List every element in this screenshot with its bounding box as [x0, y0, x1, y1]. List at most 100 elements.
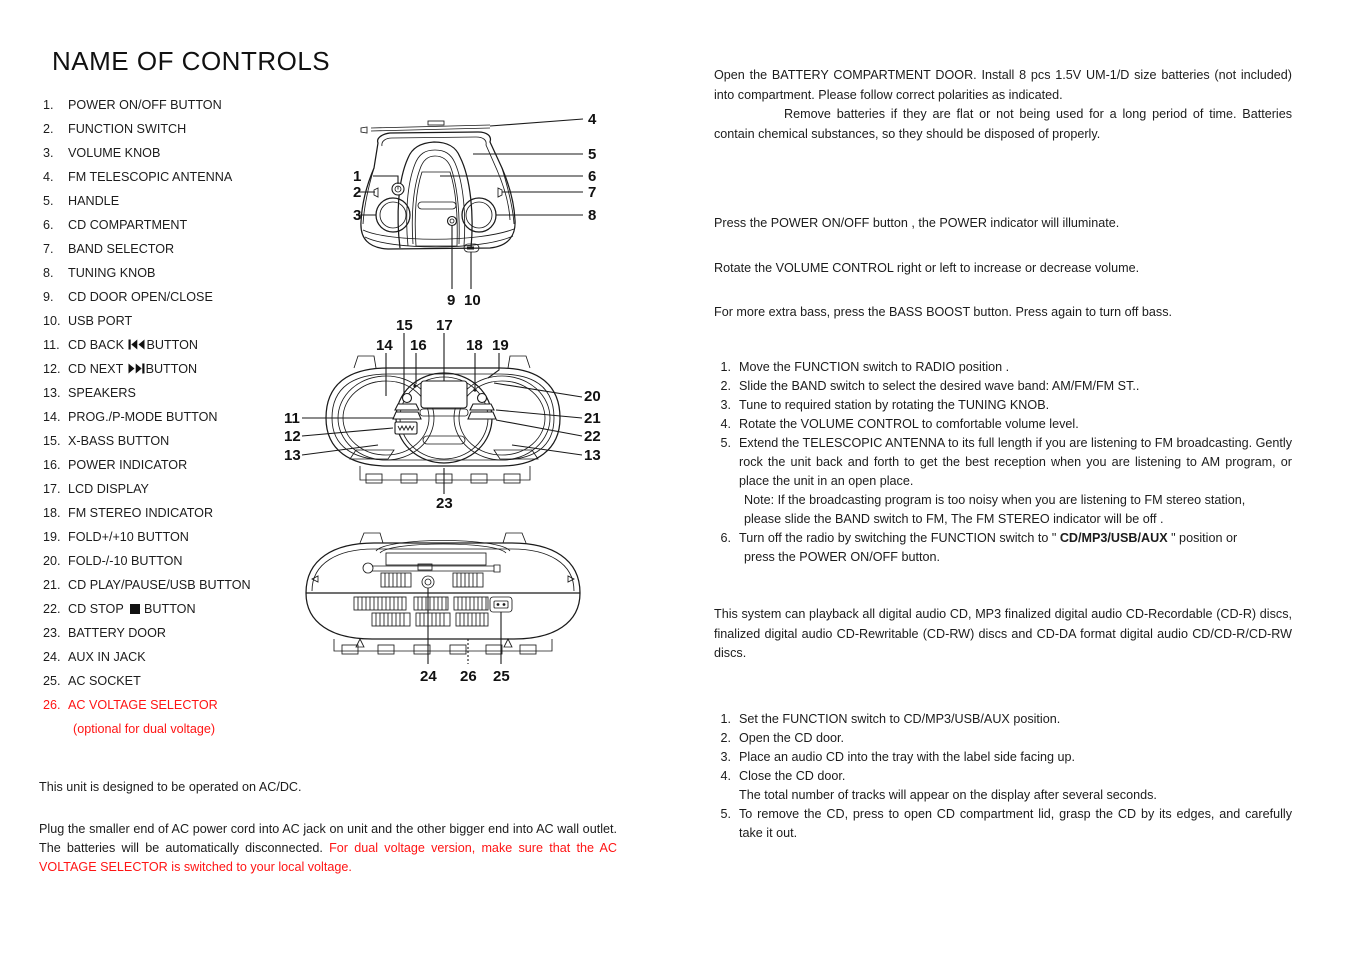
callout-17: 17: [436, 317, 453, 334]
control-item-number: 7.: [43, 242, 54, 256]
callout-22: 22: [584, 428, 601, 445]
callout-19: 19: [492, 337, 509, 354]
control-item-number: 25.: [43, 674, 61, 688]
control-item-number: 16.: [43, 458, 61, 472]
callout-25: 25: [493, 668, 510, 685]
cd-step-number: 1.: [720, 712, 731, 726]
radio-step-6-continuation: press the POWER ON/OFF button.: [744, 550, 940, 564]
control-item-number: 22.: [43, 602, 61, 616]
radio-note-2: please slide the BAND switch to FM, The …: [744, 512, 1164, 526]
callout-7: 7: [588, 184, 596, 201]
callout-9: 9: [447, 292, 455, 309]
cd-steps-list: 1. Set the FUNCTION switch to CD/MP3/USB/…: [714, 710, 1292, 786]
cd-step-5-wrap: 5. To remove the CD, press to open CD co…: [714, 805, 1292, 843]
control-item-number: 15.: [43, 434, 61, 448]
disc-types-section: This system can playback all digital aud…: [714, 605, 1292, 664]
callout-2: 2: [353, 184, 361, 201]
callout-10: 10: [464, 292, 481, 309]
cd-step-number: 3.: [720, 750, 731, 764]
control-item-number: 2.: [43, 122, 54, 136]
control-item-number: 12.: [43, 362, 61, 376]
product-diagrams: 1 2 3 4 5 6 7 8 9 10 14 15 16 17 18 19 1…: [268, 96, 618, 706]
control-item-number: 18.: [43, 506, 61, 520]
radio-note-1: Note: If the broadcasting program is too…: [744, 493, 1246, 507]
diagram-top-view: 1 2 3 4 5 6 7 8 9 10: [268, 96, 618, 311]
radio-step-6-bold: CD/MP3/USB/AUX: [1059, 531, 1168, 545]
radio-step-item: 4. Rotate the VOLUME CONTROL to comfortab…: [714, 415, 1292, 434]
cd-step-number: 4.: [720, 769, 731, 783]
radio-step-6-pre: Turn off the radio by switching the FUNC…: [739, 531, 1060, 545]
control-item-number: 21.: [43, 578, 61, 592]
manual-page: NAME OF CONTROLS 1. POWER ON/OFF BUTTON 2.…: [0, 0, 1350, 954]
radio-step-6-number: 6.: [720, 531, 731, 545]
callout-12: 12: [284, 428, 301, 445]
callout-13-left: 13: [284, 447, 301, 464]
control-item-number: 10.: [43, 314, 61, 328]
radio-step-item: 5. Extend the TELESCOPIC ANTENNA to its f…: [714, 434, 1292, 491]
control-item-number: 5.: [43, 194, 54, 208]
stop-square-icon: [130, 604, 141, 614]
radio-step-6-text: Turn off the radio by switching the FUNC…: [739, 529, 1292, 548]
volume-section: Rotate the VOLUME CONTROL right or left …: [714, 259, 1292, 279]
ac-plug-note: Plug the smaller end of AC power cord in…: [39, 820, 617, 877]
battery-paragraph-1: Open the BATTERY COMPARTMENT DOOR. Insta…: [714, 68, 1292, 102]
radio-step-text: Tune to required station by rotating the…: [739, 398, 1050, 412]
disc-types-paragraph: This system can playback all digital aud…: [714, 607, 1292, 660]
callout-16: 16: [410, 337, 427, 354]
radio-step-number: 2.: [720, 379, 731, 393]
page-title: NAME OF CONTROLS: [52, 46, 331, 76]
cd-step-number: 2.: [720, 731, 731, 745]
bass-section: For more extra bass, press the BASS BOOS…: [714, 303, 1292, 323]
radio-step-6: 6. Turn off the radio by switching the F…: [714, 529, 1292, 548]
battery-paragraph-2: Remove batteries if they are flat or not…: [714, 107, 1292, 141]
cd-step-text: Set the FUNCTION switch to CD/MP3/USB/AU…: [739, 712, 1061, 726]
radio-step-number: 3.: [720, 398, 731, 412]
cd-step-4-continuation: The total number of tracks will appear o…: [739, 788, 1157, 802]
callout-15: 15: [396, 317, 413, 334]
radio-step-number: 1.: [720, 360, 731, 374]
callout-23: 23: [436, 495, 453, 512]
callout-1: 1: [353, 168, 361, 185]
control-item-number: 20.: [43, 554, 61, 568]
callout-11: 11: [284, 410, 300, 427]
diagram-back-view: 24 26 25: [268, 521, 618, 691]
cd-step-item: 2. Open the CD door.: [714, 729, 1292, 748]
radio-step-number: 4.: [720, 417, 731, 431]
cd-step-item: 1. Set the FUNCTION switch to CD/MP3/USB/…: [714, 710, 1292, 729]
ac-dc-note: This unit is designed to be operated on …: [39, 780, 302, 794]
cd-step-text: Place an audio CD into the tray with the…: [739, 750, 1076, 764]
control-item-number: 9.: [43, 290, 54, 304]
control-item-number: 19.: [43, 530, 61, 544]
previous-track-icon: [128, 339, 145, 350]
callout-8: 8: [588, 207, 596, 224]
radio-step-text: Rotate the VOLUME CONTROL to comfortable…: [739, 417, 1079, 431]
radio-steps-list: 1. Move the FUNCTION switch to RADIO posi…: [714, 358, 1292, 491]
control-item-number: 13.: [43, 386, 61, 400]
bass-instruction: For more extra bass, press the BASS BOOS…: [714, 305, 1173, 319]
control-item-number: 8.: [43, 266, 54, 280]
callout-6: 6: [588, 168, 596, 185]
callout-21: 21: [584, 410, 601, 427]
callout-14: 14: [376, 337, 393, 354]
callout-3: 3: [353, 207, 361, 224]
radio-step-text: Move the FUNCTION switch to RADIO positi…: [739, 360, 1010, 374]
power-instruction: Press the POWER ON/OFF button , the POWE…: [714, 216, 1120, 230]
control-item-note: (optional for dual voltage): [73, 722, 216, 736]
control-item-number: 1.: [43, 98, 54, 112]
volume-instruction: Rotate the VOLUME CONTROL right or left …: [714, 261, 1140, 275]
cd-step-item: 4. Close the CD door.: [714, 767, 1292, 786]
control-item-number: 17.: [43, 482, 61, 496]
control-item-number: 3.: [43, 146, 54, 160]
battery-install-section: Open the BATTERY COMPARTMENT DOOR. Insta…: [714, 66, 1292, 144]
radio-operation-section: 1. Move the FUNCTION switch to RADIO posi…: [714, 358, 1292, 567]
callout-18: 18: [466, 337, 483, 354]
control-item-number: 6.: [43, 218, 54, 232]
cd-step-5-number: 5.: [720, 807, 731, 821]
cd-step-text: Close the CD door.: [739, 769, 846, 783]
control-item-number: 11.: [43, 338, 60, 352]
next-track-icon: [128, 363, 145, 374]
power-section: Press the POWER ON/OFF button , the POWE…: [714, 214, 1292, 234]
control-item-number: 24.: [43, 650, 61, 664]
radio-step-6-wrap: 6. Turn off the radio by switching the F…: [714, 529, 1292, 548]
radio-step-number: 5.: [720, 436, 731, 450]
